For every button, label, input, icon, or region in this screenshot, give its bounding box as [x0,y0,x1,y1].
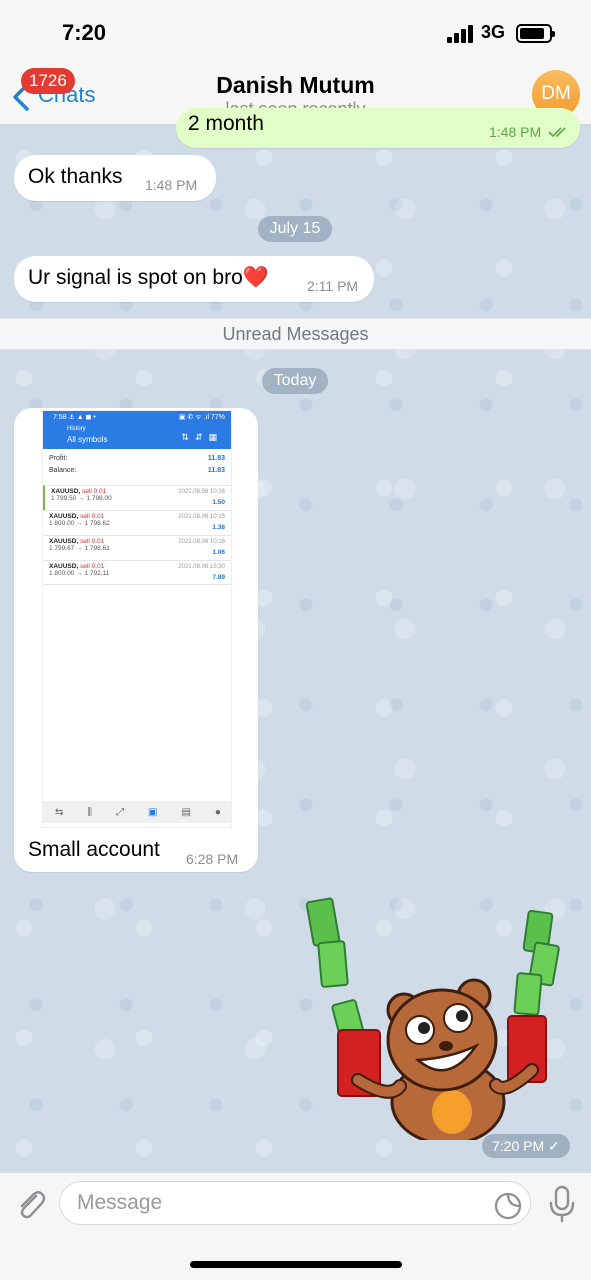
message-text: 2 month [188,112,264,135]
profit-row: Profit: 11.83 [43,455,231,467]
microphone-icon[interactable] [548,1185,576,1223]
screenshot-status-right: ▣ ✆ ᯤ .ıl 77% [178,414,225,421]
bear-money-sticker[interactable] [300,890,570,1140]
screenshot-title: All symbols [67,435,108,444]
quotes-icon: ⇆ [55,806,64,818]
unread-messages-divider: Unread Messages [0,318,591,350]
image-caption: Small account [28,838,160,861]
balance-value: 11.83 [207,467,225,474]
screenshot-subtitle: History [67,426,86,432]
balance-row: Balance: 11.83 [43,467,231,479]
trade-row: XAUUSD, sell 0.01 1 800.00 → 1 792.11 20… [43,560,231,585]
trading-history-screenshot[interactable]: 7:58 ⚓ ▲ ◼ • ▣ ✆ ᯤ .ıl 77% History All s… [42,410,232,828]
sticker-time: 7:20 PM ✓ [482,1134,570,1158]
trade-row: XAUUSD, sell 0.01 1 800.00 → 1 798.62 20… [43,510,231,535]
screenshot-toolbar-icons: ⇅⇵▦ [181,432,223,442]
balance-label: Balance: [49,467,77,474]
trade-row: XAUUSD, sell 0.01 1 799.50 → 1 798.00 20… [43,485,231,510]
chat-icon: ● [214,806,221,818]
trade-row: XAUUSD, sell 0.01 1 799.67 → 1 798.61 20… [43,535,231,560]
signal-icon [447,25,473,43]
paperclip-icon[interactable] [14,1187,46,1221]
check-icon: ✓ [548,1138,560,1154]
sticker-time-text: 7:20 PM [492,1138,545,1154]
screenshot-appbar: 7:58 ⚓ ▲ ◼ • ▣ ✆ ᯤ .ıl 77% History All s… [43,411,231,449]
outgoing-message-bubble[interactable]: 2 month 1:48 PM [176,108,580,148]
message-time: 6:28 PM [186,851,239,867]
date-separator: July 15 [258,216,332,242]
chart-icon: ⫼ [87,806,92,818]
status-time: 7:20 [62,20,107,45]
profit-value: 11.83 [207,455,225,462]
incoming-message-bubble[interactable]: Ok thanks 1:48 PM [14,155,216,201]
status-bar: 7:20 3G [0,0,591,62]
date-separator: Today [262,368,328,394]
message-time: 1:48 PM [145,177,198,193]
message-time: 2:11 PM [307,278,359,294]
double-check-icon [548,127,566,138]
news-icon: ▤ [181,806,191,818]
message-text: Ok thanks [28,165,123,188]
profit-label: Profit: [49,455,68,462]
network-label: 3G [481,22,506,42]
screenshot-bottom-nav: ⇆ ⫼ ⤢ ▣ ▤ ● [43,801,231,823]
sticker-icon[interactable] [494,1192,522,1220]
history-icon: ▣ [148,806,158,818]
message-text: Ur signal is spot on bro❤️ [28,266,269,289]
trade-icon: ⤢ [116,806,124,818]
incoming-message-bubble[interactable]: Ur signal is spot on bro❤️ 2:11 PM [14,256,374,302]
battery-icon [516,24,555,43]
message-input[interactable]: Message [59,1181,531,1225]
screenshot-status: 7:58 ⚓ ▲ ◼ • [53,414,96,421]
contact-name[interactable]: Danish Mutum [0,72,591,99]
home-indicator [190,1261,402,1268]
message-time: 1:48 PM [489,124,542,140]
